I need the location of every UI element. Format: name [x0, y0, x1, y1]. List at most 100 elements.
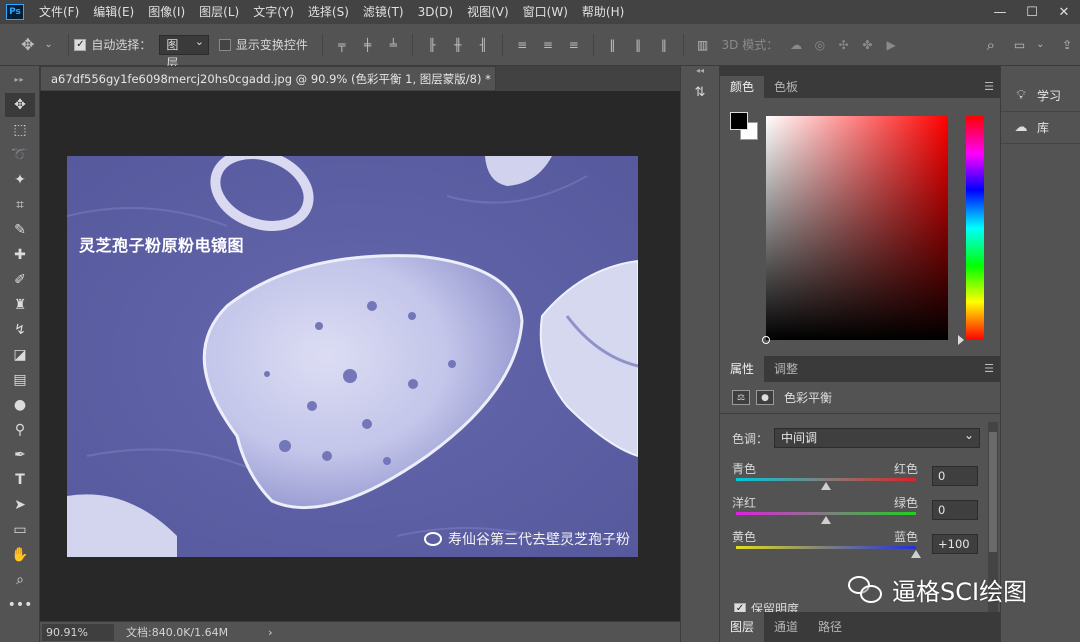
blur-tool-icon[interactable]: ● — [5, 393, 35, 417]
menu-filter[interactable]: 滤镜(T) — [356, 0, 411, 24]
menu-file[interactable]: 文件(F) — [32, 0, 86, 24]
history-brush-tool-icon[interactable]: ↯ — [5, 318, 35, 342]
align-hcenter-icon[interactable]: ╫ — [450, 37, 466, 53]
history-panel-icon[interactable]: ⇅ — [687, 80, 713, 104]
pen-tool-icon[interactable]: ✒ — [5, 443, 35, 467]
tab-color[interactable]: 颜色 — [720, 76, 765, 98]
foreground-color-swatch[interactable] — [730, 112, 748, 130]
align-vcenter-icon[interactable]: ╪ — [360, 37, 376, 53]
maximize-button[interactable]: ☐ — [1016, 0, 1048, 24]
sem-image-illustration — [67, 156, 638, 557]
color-picker-field[interactable] — [762, 116, 948, 344]
close-window-button[interactable]: ✕ — [1048, 0, 1080, 24]
zoom-level-field[interactable]: 90.91% — [42, 623, 114, 641]
scale-3d-icon[interactable]: ▶ — [883, 37, 899, 53]
hand-tool-icon[interactable]: ✋ — [5, 543, 35, 567]
libraries-panel-button[interactable]: ☁ 库 — [1001, 112, 1080, 144]
toolbar-collapse-icon[interactable]: ▸▸ — [0, 66, 39, 92]
tab-properties[interactable]: 属性 — [720, 356, 765, 382]
slider-thumb[interactable] — [911, 550, 921, 558]
distribute-hcenter-icon[interactable]: ‖ — [630, 37, 646, 53]
menu-help[interactable]: 帮助(H) — [575, 0, 631, 24]
status-menu-arrow-icon[interactable]: › — [268, 626, 272, 639]
slider-track[interactable] — [736, 512, 916, 515]
auto-select-dropdown[interactable]: 图层 — [159, 33, 209, 70]
healing-brush-tool-icon[interactable]: ✚ — [5, 243, 35, 267]
chevron-down-icon[interactable]: ⌄ — [41, 37, 57, 53]
tone-dropdown[interactable]: 中间调 — [774, 426, 981, 448]
gradient-tool-icon[interactable]: ▤ — [5, 368, 35, 392]
menu-image[interactable]: 图像(I) — [141, 0, 192, 24]
align-left-icon[interactable]: ╟ — [424, 37, 440, 53]
rectangle-tool-icon[interactable]: ▭ — [5, 518, 35, 542]
crop-tool-icon[interactable]: ⌗ — [5, 193, 35, 217]
magic-wand-tool-icon[interactable]: ✦ — [5, 168, 35, 192]
tab-adjustments[interactable]: 调整 — [764, 356, 808, 382]
drag-3d-icon[interactable]: ✣ — [836, 37, 852, 53]
clone-stamp-tool-icon[interactable]: ♜ — [5, 293, 35, 317]
roll-3d-icon[interactable]: ◎ — [812, 37, 828, 53]
distribute-right-icon[interactable]: ‖ — [656, 37, 672, 53]
eyedropper-tool-icon[interactable]: ✎ — [5, 218, 35, 242]
hue-slider[interactable] — [958, 116, 984, 345]
slider-value-field[interactable]: 0 — [932, 500, 978, 520]
document-tab[interactable]: a67df556gy1fe6098mercj20hs0cgadd.jpg @ 9… — [40, 66, 496, 90]
menu-type[interactable]: 文字(Y) — [246, 0, 301, 24]
workspace-chevron-icon[interactable]: ⌄ — [1032, 37, 1048, 53]
dodge-tool-icon[interactable]: ⚲ — [5, 418, 35, 442]
align-top-icon[interactable]: ╤ — [334, 37, 350, 53]
canvas-area[interactable]: 灵芝孢子粉原粉电镜图 寿仙谷第三代去壁灵芝孢子粉 — [40, 91, 680, 621]
layer-mask-icon[interactable]: ● — [756, 390, 774, 405]
minimize-button[interactable]: — — [984, 0, 1016, 24]
menu-layer[interactable]: 图层(L) — [192, 0, 246, 24]
auto-align-icon[interactable]: ▥ — [695, 37, 711, 53]
tab-paths[interactable]: 路径 — [808, 612, 852, 642]
eraser-tool-icon[interactable]: ◪ — [5, 343, 35, 367]
distribute-top-icon[interactable]: ≡ — [514, 37, 530, 53]
lasso-tool-icon[interactable]: ➰ — [5, 143, 35, 167]
scrollbar-thumb[interactable] — [989, 432, 997, 552]
slider-thumb[interactable] — [821, 516, 831, 524]
tab-swatches[interactable]: 色板 — [764, 76, 808, 98]
orbit-3d-icon[interactable]: ☁ — [788, 37, 804, 53]
brush-tool-icon[interactable]: ✐ — [5, 268, 35, 292]
slide-3d-icon[interactable]: ✤ — [859, 37, 875, 53]
distribute-bottom-icon[interactable]: ≡ — [566, 37, 582, 53]
slider-track[interactable] — [736, 546, 916, 549]
more-tools-icon[interactable]: ••• — [5, 593, 35, 617]
type-tool-icon[interactable]: T — [5, 468, 35, 492]
color-balance-icon[interactable]: ⚖ — [732, 390, 750, 405]
slider-track[interactable] — [736, 478, 916, 481]
panel-menu-icon[interactable]: ☰ — [984, 362, 994, 375]
search-icon[interactable]: ⌕ — [983, 36, 999, 54]
distribute-vcenter-icon[interactable]: ≡ — [540, 37, 556, 53]
menu-edit[interactable]: 编辑(E) — [86, 0, 141, 24]
marquee-tool-icon[interactable]: ⬚ — [5, 118, 35, 142]
show-transform-checkbox[interactable] — [218, 38, 231, 51]
distribute-left-icon[interactable]: ‖ — [605, 37, 621, 53]
document-image[interactable]: 灵芝孢子粉原粉电镜图 寿仙谷第三代去壁灵芝孢子粉 — [67, 156, 638, 557]
slider-value-field[interactable]: +100 — [932, 534, 978, 554]
panel-menu-icon[interactable]: ☰ — [984, 80, 994, 93]
share-icon[interactable]: ⇪ — [1059, 37, 1075, 53]
slider-thumb[interactable] — [821, 482, 831, 490]
dock-collapse-icon[interactable]: ◂◂ — [681, 66, 719, 76]
menu-window[interactable]: 窗口(W) — [516, 0, 575, 24]
path-selection-tool-icon[interactable]: ➤ — [5, 493, 35, 517]
menu-view[interactable]: 视图(V) — [460, 0, 516, 24]
tab-layers[interactable]: 图层 — [720, 612, 765, 642]
hue-slider-marker[interactable] — [958, 335, 964, 345]
menu-3d[interactable]: 3D(D) — [411, 0, 460, 24]
zoom-tool-icon[interactable]: ⌕ — [5, 568, 35, 592]
slider-value-field[interactable]: 0 — [932, 466, 978, 486]
move-tool-preset-icon[interactable]: ✥ — [20, 35, 36, 54]
menu-select[interactable]: 选择(S) — [301, 0, 356, 24]
move-tool-icon[interactable]: ✥ — [5, 93, 35, 117]
tab-channels[interactable]: 通道 — [764, 612, 808, 642]
workspace-icon[interactable]: ▭ — [1012, 37, 1028, 53]
auto-select-checkbox[interactable]: ✓ — [74, 38, 87, 51]
color-picker-marker[interactable] — [762, 336, 770, 344]
learn-panel-button[interactable]: 💡︎ 学习 — [1001, 80, 1080, 112]
align-bottom-icon[interactable]: ╧ — [385, 37, 401, 53]
align-right-icon[interactable]: ╢ — [476, 37, 492, 53]
